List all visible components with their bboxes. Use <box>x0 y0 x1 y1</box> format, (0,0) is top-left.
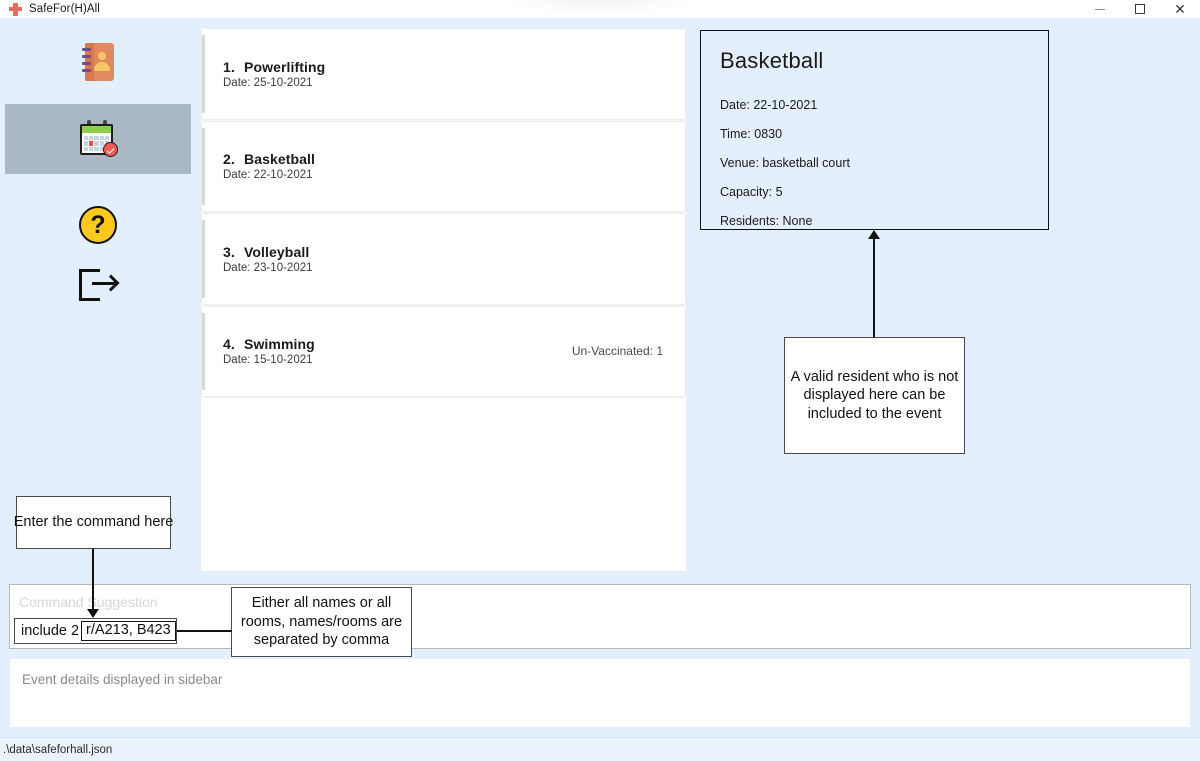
event-title: 1. Powerlifting <box>223 59 663 75</box>
event-date: Date: 15-10-2021 <box>223 354 313 367</box>
list-item[interactable]: 4. Swimming Date: 15-10-2021 Un-Vaccinat… <box>201 305 686 397</box>
details-date: Date: 22-10-2021 <box>720 98 818 112</box>
annotation-arrow-head-up-icon <box>868 230 880 239</box>
event-name: Volleyball <box>244 243 310 260</box>
card-accent-bar <box>202 220 205 298</box>
address-book-icon <box>82 43 114 81</box>
card-accent-bar <box>202 312 205 390</box>
details-time: Time: 0830 <box>720 127 783 141</box>
event-date: Date: 23-10-2021 <box>223 261 313 274</box>
window-title: SafeFor(H)All <box>29 3 100 15</box>
annotation-leader-line <box>873 234 875 337</box>
sidebar-item-exit[interactable] <box>5 250 191 320</box>
card-accent-bar <box>202 127 205 205</box>
event-title: 2. Basketball <box>223 151 663 167</box>
annotation-comma-rule: Either all names or all rooms, names/roo… <box>231 587 412 657</box>
red-cross-icon <box>9 2 22 16</box>
calendar-check-icon <box>78 120 118 158</box>
event-name: Powerlifting <box>244 58 326 75</box>
command-area: Command Suggestion <box>9 584 1191 649</box>
event-name: Basketball <box>244 151 316 168</box>
command-argument-token: r/A213, B423 <box>81 621 176 641</box>
annotation-leader-line <box>174 630 232 632</box>
event-index: 4. <box>223 336 235 353</box>
card-accent-bar <box>202 35 205 113</box>
list-item[interactable]: 3. Volleyball Date: 23-10-2021 <box>201 213 686 305</box>
annotation-leader-line <box>92 549 94 611</box>
details-title: Basketball <box>720 48 824 73</box>
event-date: Date: 22-10-2021 <box>223 169 313 182</box>
sidebar-item-events[interactable] <box>5 104 191 174</box>
annotation-enter-command: Enter the command here <box>14 496 173 549</box>
status-file-path: .\data\safeforhall.json <box>3 743 113 756</box>
event-index: 2. <box>223 151 235 168</box>
close-icon[interactable]: ✕ <box>1160 0 1200 18</box>
details-venue: Venue: basketball court <box>720 156 850 170</box>
event-date: Date: 25-10-2021 <box>223 76 313 89</box>
annotation-resident: A valid resident who is not displayed he… <box>784 337 965 454</box>
event-title: 3. Volleyball <box>223 244 663 260</box>
unvaccinated-badge: Un-Vaccinated: 1 <box>571 344 663 359</box>
list-item[interactable]: 1. Powerlifting Date: 25-10-2021 <box>201 28 686 120</box>
sidebar-item-contacts[interactable] <box>5 27 191 97</box>
result-message: Event details displayed in sidebar <box>22 672 223 687</box>
window-controls: ✕ <box>1080 0 1200 18</box>
command-input[interactable]: Command Suggestion <box>9 584 1191 649</box>
details-capacity: Capacity: 5 <box>720 185 783 199</box>
event-index: 3. <box>223 243 235 260</box>
application-window: SafeFor(H)All ✕ ? 1. Powerlifting Date: … <box>0 0 1200 761</box>
command-entered-text[interactable]: include 2 r/A213, B423 <box>14 618 177 644</box>
command-placeholder: Command Suggestion <box>19 594 158 610</box>
event-name: Swimming <box>244 336 315 353</box>
status-bar: .\data\safeforhall.json <box>0 737 1200 761</box>
event-list-panel[interactable]: 1. Powerlifting Date: 25-10-2021 2. Bask… <box>201 28 686 571</box>
titlebar-shadow <box>500 0 700 14</box>
result-display: Event details displayed in sidebar <box>10 659 1190 727</box>
command-prefix: include 2 <box>21 623 80 639</box>
annotation-arrow-head-down-icon <box>87 609 99 618</box>
row-divider <box>201 397 686 398</box>
event-details-panel: Basketball Date: 22-10-2021 Time: 0830 V… <box>700 30 1049 230</box>
event-title: 4. Swimming <box>223 336 572 352</box>
title-bar: SafeFor(H)All ✕ <box>0 0 1200 18</box>
logout-icon <box>79 269 120 301</box>
maximize-icon[interactable] <box>1120 0 1160 18</box>
list-item[interactable]: 2. Basketball Date: 22-10-2021 <box>201 120 686 212</box>
question-mark-icon: ? <box>79 206 117 244</box>
details-residents: Residents: None <box>720 214 813 228</box>
event-index: 1. <box>223 58 235 75</box>
minimize-icon[interactable] <box>1080 0 1120 18</box>
